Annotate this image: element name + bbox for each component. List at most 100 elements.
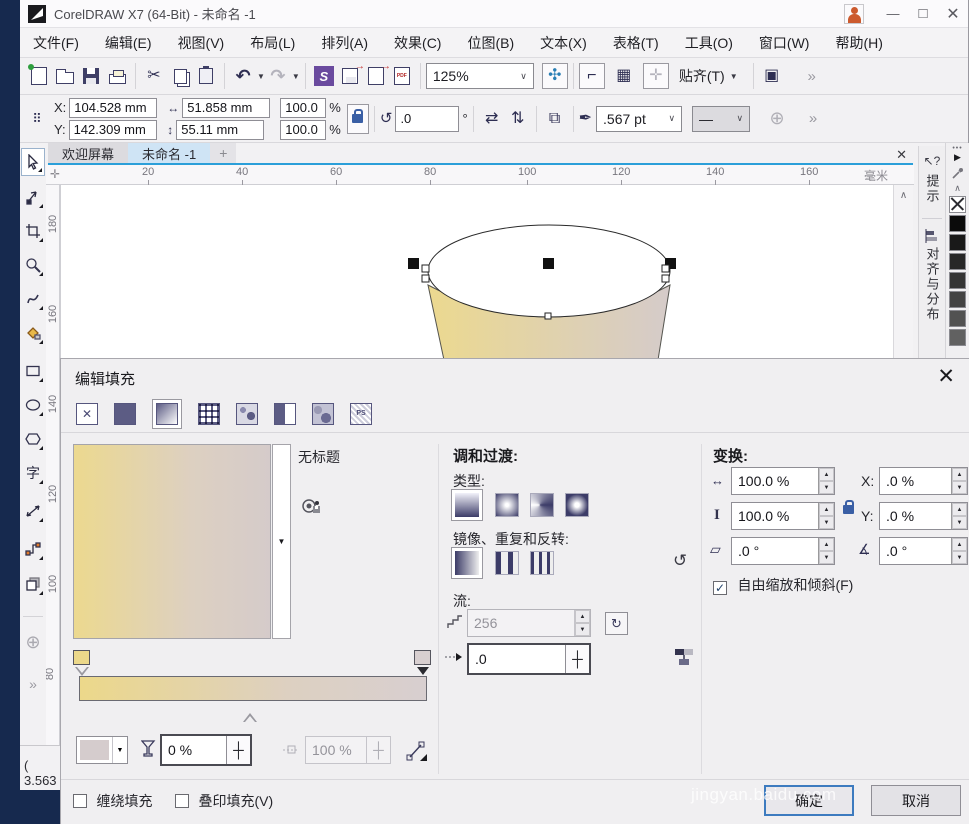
- export-icon[interactable]: →: [363, 63, 389, 89]
- rectangle-tool[interactable]: [21, 357, 45, 385]
- texture-fill-icon[interactable]: [236, 403, 258, 425]
- spin-down-icon[interactable]: ▼: [952, 516, 967, 529]
- text-tool[interactable]: 字: [21, 459, 45, 487]
- menu-table[interactable]: 表格(T): [600, 28, 672, 58]
- selection-handle[interactable]: [408, 258, 419, 269]
- outline-width-select[interactable]: .567 pt∨: [596, 106, 682, 132]
- freehand-tool[interactable]: [21, 285, 45, 313]
- spin-up-icon[interactable]: ▲: [952, 538, 967, 551]
- stop-marker-end-selected[interactable]: [417, 667, 429, 675]
- transform-x-field[interactable]: .0 % ▲▼: [879, 467, 968, 495]
- menu-window[interactable]: 窗口(W): [746, 28, 823, 58]
- docker-tab-align[interactable]: 对齐与分布: [923, 247, 942, 322]
- scroll-up-icon[interactable]: ∧: [895, 187, 913, 205]
- mirror-horizontal-icon[interactable]: ⇄: [479, 106, 505, 132]
- gradient-stop-start[interactable]: [73, 650, 90, 665]
- reverse-fill-icon[interactable]: ↺: [673, 551, 687, 571]
- node-opacity-field[interactable]: 0 % ┼: [160, 734, 252, 766]
- gradient-stop-end[interactable]: [414, 650, 431, 665]
- opacity-slider-button[interactable]: ┼: [226, 736, 250, 764]
- rotate-field[interactable]: .0 ° ▲▼: [879, 537, 968, 565]
- palette-color[interactable]: [949, 291, 966, 308]
- spin-up-icon[interactable]: ▲: [819, 503, 834, 516]
- palette-scroll-up-icon[interactable]: ∧: [954, 183, 961, 194]
- show-grid-icon[interactable]: ▦: [611, 63, 637, 89]
- zoom-level-select[interactable]: 125%∨: [426, 63, 534, 89]
- no-fill-icon[interactable]: ✕: [76, 403, 98, 425]
- convert-to-curves-icon[interactable]: ⧉: [542, 106, 568, 132]
- palette-color[interactable]: [949, 215, 966, 232]
- print-icon[interactable]: [104, 63, 130, 89]
- toolbox-overflow-icon[interactable]: »: [21, 670, 45, 698]
- palette-color[interactable]: [949, 272, 966, 289]
- tab-document[interactable]: 未命名 -1: [128, 143, 210, 163]
- node[interactable]: [662, 265, 669, 272]
- maximize-button[interactable]: □: [908, 3, 938, 25]
- pattern-fill-icon[interactable]: [198, 403, 220, 425]
- conical-fountain-icon[interactable]: [530, 493, 554, 517]
- palette-color[interactable]: [949, 234, 966, 251]
- spin-down-icon[interactable]: ▼: [819, 551, 834, 564]
- smooth-blend-icon[interactable]: [673, 647, 695, 667]
- cancel-button[interactable]: 取消: [871, 785, 961, 816]
- tab-welcome[interactable]: 欢迎屏幕: [48, 143, 128, 163]
- transform-lock-icon[interactable]: [843, 505, 854, 514]
- transform-height-field[interactable]: 100.0 % ▲▼: [731, 502, 835, 530]
- pick-tool[interactable]: [21, 148, 45, 176]
- object-width-field[interactable]: 51.858 mm: [182, 98, 270, 118]
- node-color-dropdown[interactable]: ▼: [76, 736, 128, 764]
- horizontal-ruler[interactable]: ✛ 20 40 60 80 100 120 140 160 毫米: [46, 165, 914, 185]
- new-document-icon[interactable]: [26, 63, 52, 89]
- spin-down-icon[interactable]: ▼: [819, 481, 834, 494]
- wrap-fill-checkbox[interactable]: 缠绕填充: [73, 791, 152, 811]
- node[interactable]: [545, 313, 551, 319]
- vertical-ruler[interactable]: 180 160 140 120 100 80: [46, 185, 60, 745]
- show-guidelines-icon[interactable]: ✛: [643, 63, 669, 89]
- show-rulers-icon[interactable]: ⌐: [579, 63, 605, 89]
- midpoint-marker[interactable]: [243, 713, 257, 722]
- new-tab-button[interactable]: +: [210, 143, 236, 163]
- docker-tab-hints[interactable]: 提示: [923, 174, 942, 204]
- connector-tool[interactable]: [21, 535, 45, 563]
- menu-bitmaps[interactable]: 位图(B): [454, 28, 527, 58]
- offset-slider-button[interactable]: ┼: [565, 645, 589, 673]
- undo-icon[interactable]: ↶: [230, 63, 256, 89]
- spin-down-icon[interactable]: ▼: [952, 481, 967, 494]
- lock-ratio-icon[interactable]: [347, 104, 369, 134]
- snap-to-dropdown[interactable]: 贴齐(T)▼: [679, 66, 738, 86]
- postscript-fill-icon[interactable]: PS: [350, 403, 372, 425]
- save-icon[interactable]: [78, 63, 104, 89]
- crop-tool[interactable]: [21, 217, 45, 245]
- palette-color[interactable]: [949, 253, 966, 270]
- linear-fountain-icon[interactable]: [455, 493, 479, 517]
- radial-fountain-icon[interactable]: [495, 493, 519, 517]
- palette-color[interactable]: [949, 329, 966, 346]
- propbar-overflow-icon[interactable]: »: [800, 106, 826, 132]
- two-color-fill-icon[interactable]: [274, 403, 296, 425]
- menu-view[interactable]: 视图(V): [165, 28, 238, 58]
- scale-y-field[interactable]: 100.0: [280, 120, 326, 140]
- object-height-field[interactable]: 55.11 mm: [176, 120, 264, 140]
- minimize-button[interactable]: —: [878, 3, 908, 25]
- drop-shadow-tool[interactable]: [21, 570, 45, 598]
- y-position-field[interactable]: 142.309 mm: [69, 120, 157, 140]
- menu-effects[interactable]: 效果(C): [381, 28, 454, 58]
- menu-text[interactable]: 文本(X): [527, 28, 600, 58]
- account-icon[interactable]: [844, 4, 864, 24]
- cut-icon[interactable]: ✂: [141, 63, 167, 89]
- polygon-tool[interactable]: [21, 425, 45, 453]
- ruler-origin-icon[interactable]: ✛: [50, 167, 60, 181]
- spin-down-icon[interactable]: ▼: [952, 551, 967, 564]
- rotation-angle-field[interactable]: .0: [395, 106, 459, 132]
- selection-handle[interactable]: [543, 258, 554, 269]
- menu-file[interactable]: 文件(F): [20, 28, 92, 58]
- menu-edit[interactable]: 编辑(E): [92, 28, 165, 58]
- mirror-default-selected[interactable]: [451, 547, 483, 579]
- uniform-fill-icon[interactable]: [114, 403, 136, 425]
- steps-lock-button[interactable]: ↻: [605, 612, 628, 635]
- spin-up-icon[interactable]: ▲: [819, 468, 834, 481]
- gradient-bar[interactable]: [79, 676, 427, 701]
- palette-flyout-icon[interactable]: ▶: [954, 152, 961, 163]
- spin-up-icon[interactable]: ▲: [819, 538, 834, 551]
- add-tools-button[interactable]: ⊕: [21, 628, 45, 656]
